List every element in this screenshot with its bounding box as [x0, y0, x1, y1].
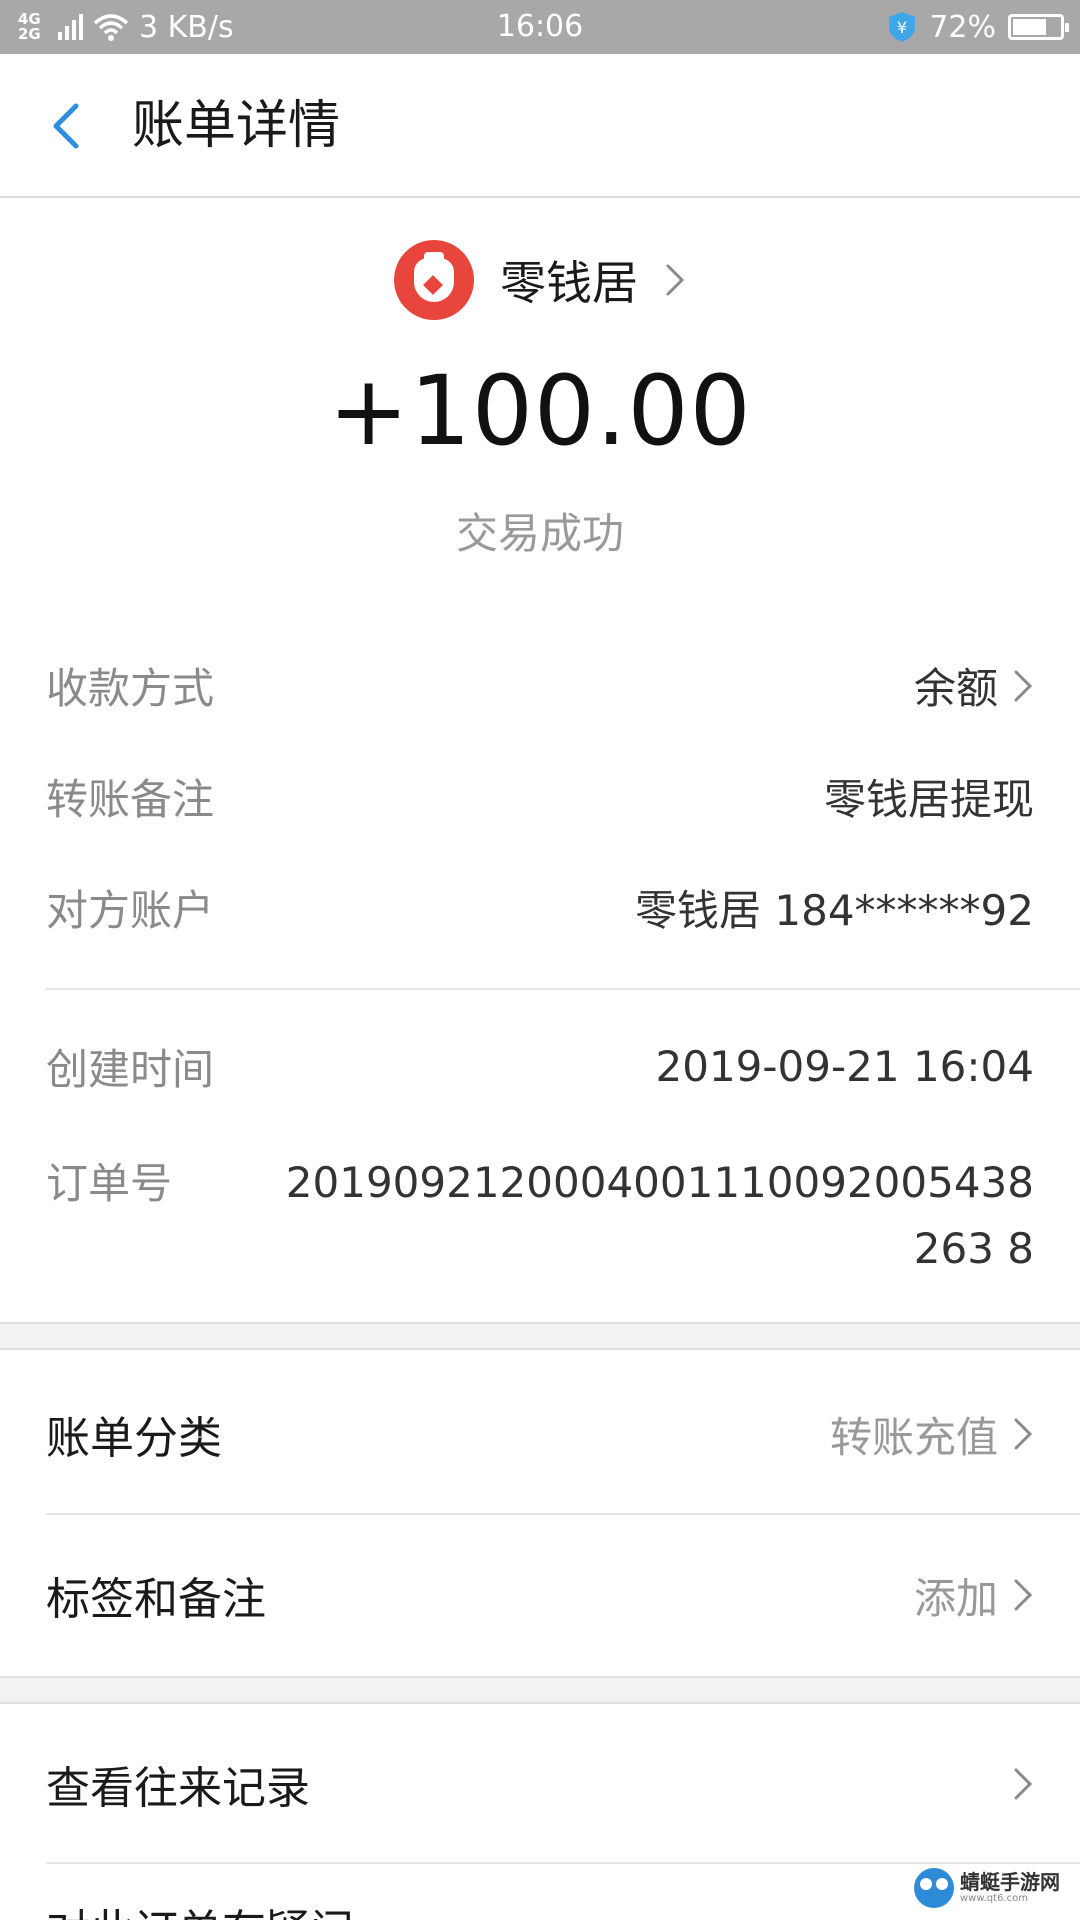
created-label: 创建时间: [46, 1045, 215, 1094]
detail-row-payment-method[interactable]: 收款方式 余额: [46, 655, 1034, 716]
chevron-right-icon: [1014, 1579, 1033, 1611]
bill-detail-screen: 4G 2G 3 KB/s 16:06 ¥ 72% 账单详情 零钱居 +100.0…: [0, 0, 1080, 1920]
chevron-right-icon: [1014, 670, 1033, 701]
watermark-sub: www.qt6.com: [960, 1893, 1028, 1904]
detail-value: 零钱居 184******92: [635, 886, 1034, 935]
history-label: 查看往来记录: [46, 1763, 310, 1814]
nav-bar: 账单详情: [0, 54, 1080, 198]
order-value: 2019092120004001110092005438263 8: [285, 1158, 1034, 1273]
transaction-amount: +100.00: [328, 355, 752, 467]
detail-value: 余额: [914, 655, 1034, 716]
menu-row-category[interactable]: 账单分类 转账充值: [46, 1402, 1034, 1466]
merchant-row[interactable]: 零钱居: [0, 240, 1080, 320]
detail-label: 收款方式: [46, 664, 215, 713]
tags-value: 添加: [913, 1573, 998, 1623]
divider: [46, 1513, 1080, 1515]
tags-value-wrap: 添加: [914, 1565, 1034, 1626]
detail-row-remark: 转账备注 零钱居提现: [46, 766, 1034, 827]
page-title: 账单详情: [132, 96, 341, 156]
tags-label: 标签和备注: [46, 1574, 266, 1625]
watermark-logo-icon: [914, 1868, 954, 1908]
battery-fill: [1013, 19, 1047, 35]
section-gap: [0, 1676, 1080, 1704]
divider: [46, 988, 1080, 990]
order-label: 订单号: [46, 1159, 173, 1208]
battery-percent: 72%: [929, 9, 996, 45]
transaction-status: 交易成功: [455, 509, 624, 558]
watermark: 蜻蜓手游网 www.qt6.com: [906, 1864, 1068, 1912]
payment-method-value: 余额: [913, 664, 998, 713]
section-gap: [0, 1322, 1080, 1350]
detail-row-counterparty: 对方账户 零钱居 184******92: [46, 877, 1034, 938]
chevron-right-icon: [1014, 1418, 1033, 1450]
category-value: 转账充值: [829, 1412, 998, 1462]
category-label: 账单分类: [46, 1413, 222, 1464]
detail-label: 转账备注: [46, 775, 215, 824]
detail-label: 对方账户: [46, 886, 215, 935]
detail-row-created-time: 创建时间 2019-09-21 16:04: [46, 1036, 1034, 1097]
detail-value: 零钱居提现: [823, 775, 1034, 824]
merchant-logo-icon: [394, 240, 474, 320]
battery-icon: [1008, 14, 1069, 40]
chevron-left-icon[interactable]: [42, 98, 98, 154]
menu-row-history[interactable]: 查看往来记录: [46, 1752, 1034, 1816]
chevron-right-icon: [666, 264, 685, 296]
shield-yen-icon: ¥: [889, 12, 916, 42]
status-right: ¥ 72%: [887, 0, 1069, 54]
watermark-text-block: 蜻蜓手游网 www.qt6.com: [960, 1871, 1060, 1905]
menu-row-tags[interactable]: 标签和备注 添加: [46, 1563, 1034, 1627]
watermark-title: 蜻蜓手游网: [960, 1870, 1060, 1894]
status-bar: 4G 2G 3 KB/s 16:06 ¥ 72%: [0, 0, 1080, 54]
category-value-wrap: 转账充值: [830, 1404, 1034, 1465]
created-value: 2019-09-21 16:04: [655, 1042, 1034, 1091]
svg-text:¥: ¥: [897, 18, 907, 37]
chevron-right-icon: [1014, 1768, 1033, 1800]
partial-row-text[interactable]: 对此订单有疑问: [46, 1895, 354, 1920]
history-chevron-wrap: [1012, 1766, 1034, 1802]
merchant-name: 零钱居: [500, 256, 638, 310]
